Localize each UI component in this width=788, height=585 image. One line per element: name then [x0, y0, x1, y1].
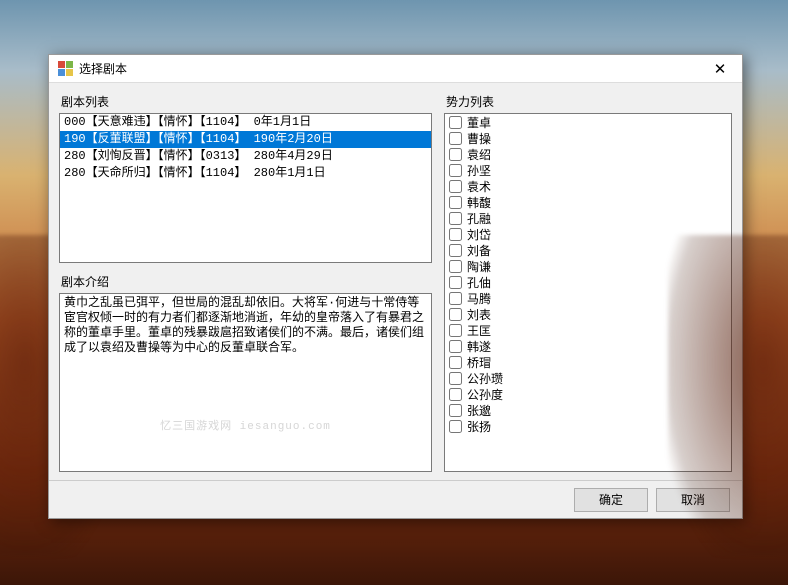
- faction-item[interactable]: 韩馥: [445, 194, 731, 210]
- faction-item[interactable]: 陶谦: [445, 258, 731, 274]
- faction-item[interactable]: 王匡: [445, 322, 731, 338]
- faction-item[interactable]: 马腾: [445, 290, 731, 306]
- faction-label: 张扬: [467, 418, 491, 435]
- faction-checkbox[interactable]: [449, 388, 462, 401]
- faction-item[interactable]: 袁绍: [445, 146, 731, 162]
- faction-item[interactable]: 张邈: [445, 402, 731, 418]
- watermark: 忆三国游戏网 iesanguo.com: [160, 420, 331, 435]
- faction-checkbox[interactable]: [449, 404, 462, 417]
- faction-checkbox[interactable]: [449, 260, 462, 273]
- close-button[interactable]: ✕: [698, 55, 742, 82]
- faction-label: 公孙瓒: [467, 370, 503, 387]
- close-icon: ✕: [714, 60, 727, 78]
- window-title: 选择剧本: [79, 60, 127, 77]
- faction-label: 陶谦: [467, 258, 491, 275]
- faction-label: 袁术: [467, 178, 491, 195]
- app-icon: [57, 61, 73, 77]
- faction-item[interactable]: 董卓: [445, 114, 731, 130]
- faction-label: 孔融: [467, 210, 491, 227]
- faction-item[interactable]: 张扬: [445, 418, 731, 434]
- faction-item[interactable]: 曹操: [445, 130, 731, 146]
- faction-item[interactable]: 袁术: [445, 178, 731, 194]
- faction-checkbox[interactable]: [449, 420, 462, 433]
- faction-item[interactable]: 刘岱: [445, 226, 731, 242]
- faction-label: 公孙度: [467, 386, 503, 403]
- faction-item[interactable]: 刘表: [445, 306, 731, 322]
- faction-label: 董卓: [467, 114, 491, 131]
- faction-label: 孔伷: [467, 274, 491, 291]
- faction-label: 刘备: [467, 242, 491, 259]
- scenario-item[interactable]: 280【刘恂反晋】【情怀】【0313】 280年4月29日: [60, 148, 431, 165]
- faction-label: 韩遂: [467, 338, 491, 355]
- cancel-button[interactable]: 取消: [656, 488, 730, 512]
- faction-item[interactable]: 刘备: [445, 242, 731, 258]
- faction-checkbox[interactable]: [449, 132, 462, 145]
- dialog-select-scenario: 选择剧本 ✕ 剧本列表 000【天意难违】【情怀】【1104】 0年1月1日19…: [48, 54, 743, 519]
- label-scenario-list: 剧本列表: [61, 93, 432, 110]
- faction-label: 桥瑁: [467, 354, 491, 371]
- scenario-item[interactable]: 000【天意难违】【情怀】【1104】 0年1月1日: [60, 114, 431, 131]
- faction-label: 王匡: [467, 322, 491, 339]
- faction-label: 刘岱: [467, 226, 491, 243]
- faction-checkbox[interactable]: [449, 228, 462, 241]
- dialog-footer: 确定 取消: [49, 480, 742, 518]
- faction-item[interactable]: 公孙度: [445, 386, 731, 402]
- faction-item[interactable]: 孙坚: [445, 162, 731, 178]
- faction-checkbox[interactable]: [449, 308, 462, 321]
- faction-checkbox[interactable]: [449, 324, 462, 337]
- faction-checkbox[interactable]: [449, 148, 462, 161]
- label-faction-list: 势力列表: [446, 93, 732, 110]
- faction-checkbox[interactable]: [449, 116, 462, 129]
- faction-label: 马腾: [467, 290, 491, 307]
- scenario-listbox[interactable]: 000【天意难违】【情怀】【1104】 0年1月1日190【反董联盟】【情怀】【…: [59, 113, 432, 263]
- faction-checkbox[interactable]: [449, 180, 462, 193]
- scenario-description: 黄巾之乱虽已弭平，但世局的混乱却依旧。大将军·何进与十常侍等宦官权倾一时的有力者…: [59, 293, 432, 472]
- scenario-item[interactable]: 280【天命所归】【情怀】【1104】 280年1月1日: [60, 165, 431, 182]
- faction-label: 曹操: [467, 130, 491, 147]
- label-scenario-desc: 剧本介绍: [61, 273, 432, 290]
- faction-checkbox[interactable]: [449, 164, 462, 177]
- titlebar: 选择剧本 ✕: [49, 55, 742, 83]
- faction-checkbox[interactable]: [449, 212, 462, 225]
- faction-checkbox[interactable]: [449, 196, 462, 209]
- faction-checkbox[interactable]: [449, 292, 462, 305]
- faction-checkbox[interactable]: [449, 276, 462, 289]
- faction-checkbox[interactable]: [449, 244, 462, 257]
- faction-label: 张邈: [467, 402, 491, 419]
- faction-label: 孙坚: [467, 162, 491, 179]
- faction-item[interactable]: 孔融: [445, 210, 731, 226]
- faction-checkbox[interactable]: [449, 340, 462, 353]
- faction-label: 刘表: [467, 306, 491, 323]
- faction-item[interactable]: 孔伷: [445, 274, 731, 290]
- faction-checklist[interactable]: 董卓曹操袁绍孙坚袁术韩馥孔融刘岱刘备陶谦孔伷马腾刘表王匡韩遂桥瑁公孙瓒公孙度张邈…: [444, 113, 732, 472]
- scenario-item[interactable]: 190【反董联盟】【情怀】【1104】 190年2月20日: [60, 131, 431, 148]
- faction-checkbox[interactable]: [449, 372, 462, 385]
- ok-button[interactable]: 确定: [574, 488, 648, 512]
- faction-label: 韩馥: [467, 194, 491, 211]
- faction-checkbox[interactable]: [449, 356, 462, 369]
- faction-label: 袁绍: [467, 146, 491, 163]
- faction-item[interactable]: 桥瑁: [445, 354, 731, 370]
- faction-item[interactable]: 公孙瓒: [445, 370, 731, 386]
- faction-item[interactable]: 韩遂: [445, 338, 731, 354]
